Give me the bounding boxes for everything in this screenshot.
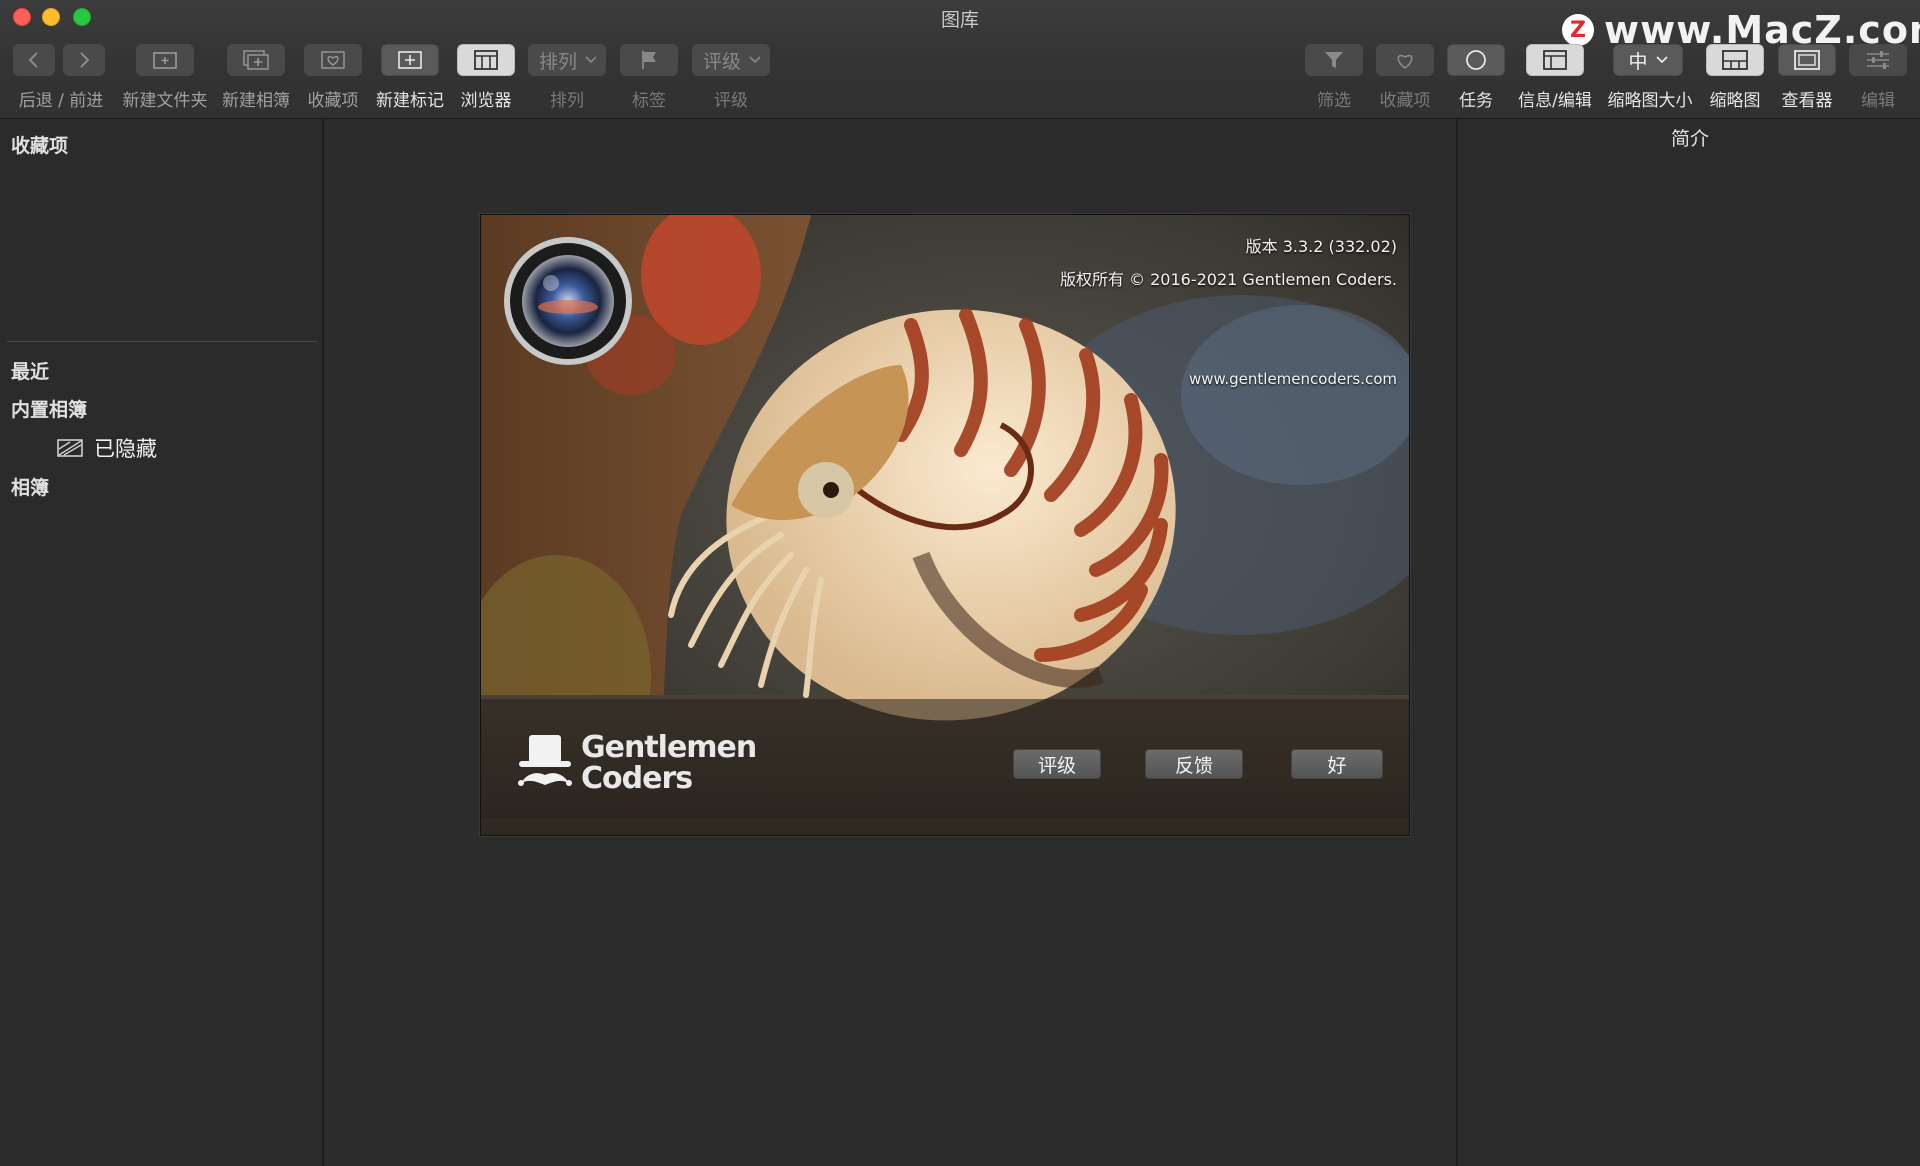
- thumbnail-size-label: 缩略图大小: [1607, 91, 1693, 111]
- new-tag-label: 新建标记: [376, 91, 444, 111]
- title-bar: 图库 Z www.MacZ.com 后退 / 前进 新建文件夹 新建相簿 收藏项: [0, 0, 1920, 119]
- filter-icon: [1325, 52, 1343, 68]
- thumbnail-size-dropdown[interactable]: 中: [1613, 44, 1683, 76]
- new-folder-icon: [153, 52, 177, 69]
- top-hat-mustache-icon: [518, 735, 572, 786]
- thumbnails-view-button[interactable]: [1706, 44, 1764, 76]
- tasks-button[interactable]: [1447, 44, 1505, 76]
- sort-dropdown[interactable]: 排列: [528, 44, 606, 76]
- rating-dropdown-value: 评级: [703, 50, 742, 73]
- hidden-album-icon: [57, 439, 83, 457]
- browser-button[interactable]: [457, 44, 515, 76]
- favorites-heart-icon: [321, 51, 345, 69]
- brand-line-2: Coders: [581, 761, 693, 796]
- add-favorite-button[interactable]: [304, 44, 362, 76]
- chevron-left-icon: [28, 52, 38, 68]
- sidebar-item-hidden[interactable]: 已隐藏: [56, 433, 157, 463]
- back-forward-label: 后退 / 前进: [18, 91, 104, 111]
- new-album-button[interactable]: [227, 44, 285, 76]
- new-album-label: 新建相簿: [222, 91, 290, 111]
- viewer-button[interactable]: [1778, 44, 1836, 76]
- flag-label: 标签: [632, 91, 666, 111]
- sidebar-item-hidden-label: 已隐藏: [94, 437, 157, 461]
- viewer-icon: [1794, 50, 1820, 70]
- copyright-text: 版权所有 © 2016-2021 Gentlemen Coders.: [1059, 270, 1397, 289]
- favorites-filter-button[interactable]: [1376, 44, 1434, 76]
- chevron-down-icon: [749, 56, 761, 64]
- chevron-down-icon: [1655, 56, 1668, 64]
- rating-dropdown[interactable]: 评级: [692, 44, 770, 76]
- new-folder-button[interactable]: [136, 44, 194, 76]
- edit-label: 编辑: [1861, 91, 1895, 111]
- new-tag-icon: [398, 51, 422, 69]
- new-album-icon: [243, 50, 269, 70]
- browser-label: 浏览器: [460, 91, 512, 111]
- thumbnail-size-value: 中: [1628, 50, 1648, 73]
- tasks-circle-icon: [1466, 50, 1486, 70]
- filter-label: 筛选: [1317, 91, 1351, 111]
- forward-button[interactable]: [63, 44, 105, 76]
- chevron-right-icon: [80, 52, 90, 68]
- viewer-label: 查看器: [1781, 91, 1833, 111]
- info-edit-label: 信息/编辑: [1518, 91, 1592, 111]
- info-edit-icon: [1543, 50, 1567, 70]
- sidebar-builtin-albums-header[interactable]: 内置相簿: [11, 395, 87, 422]
- feedback-button[interactable]: 反馈: [1145, 749, 1243, 779]
- browser-icon: [474, 50, 498, 70]
- sort-dropdown-value: 排列: [539, 50, 578, 73]
- ok-button[interactable]: 好: [1291, 749, 1383, 779]
- website-link[interactable]: www.gentlemencoders.com: [1189, 370, 1397, 388]
- rating-label: 评级: [714, 91, 748, 111]
- gentlemen-coders-logo: Gentlemen Coders: [515, 730, 757, 796]
- edit-sliders-icon: [1867, 51, 1889, 69]
- back-button[interactable]: [13, 44, 55, 76]
- thumbnails-icon: [1722, 50, 1748, 70]
- sidebar-albums-header[interactable]: 相簿: [11, 473, 49, 500]
- rate-button[interactable]: 评级: [1013, 749, 1101, 779]
- new-tag-button[interactable]: [381, 44, 439, 76]
- new-folder-label: 新建文件夹: [122, 91, 208, 111]
- info-panel-title: 简介: [1670, 128, 1709, 150]
- sidebar: 收藏项 最近 内置相簿 已隐藏 相簿: [0, 119, 324, 1166]
- flag-button[interactable]: [620, 44, 678, 76]
- chevron-down-icon: [585, 56, 597, 64]
- edit-button[interactable]: [1849, 44, 1907, 76]
- filter-button[interactable]: [1305, 44, 1363, 76]
- thumbnails-label: 缩略图: [1709, 91, 1761, 111]
- about-dialog-footer: Gentlemen Coders 评级 反馈 好: [481, 699, 1409, 819]
- brand-line-1: Gentlemen: [581, 730, 757, 765]
- info-panel: 简介: [1456, 119, 1920, 1166]
- sidebar-item-recent[interactable]: 最近: [11, 357, 49, 384]
- version-text: 版本 3.3.2 (332.02): [1245, 237, 1397, 256]
- watermark-badge: Z: [1562, 14, 1594, 46]
- sidebar-divider: [7, 341, 317, 342]
- about-dialog: 版本 3.3.2 (332.02) 版权所有 © 2016-2021 Gentl…: [480, 214, 1410, 836]
- tasks-label: 任务: [1459, 91, 1493, 111]
- sort-label: 排列: [550, 91, 584, 111]
- sidebar-favorites-header: 收藏项: [11, 135, 69, 157]
- flag-icon: [642, 51, 656, 69]
- info-edit-button[interactable]: [1526, 44, 1584, 76]
- favorites-filter-label: 收藏项: [1379, 91, 1431, 111]
- heart-icon: [1397, 54, 1413, 69]
- favorites-label: 收藏项: [307, 91, 359, 111]
